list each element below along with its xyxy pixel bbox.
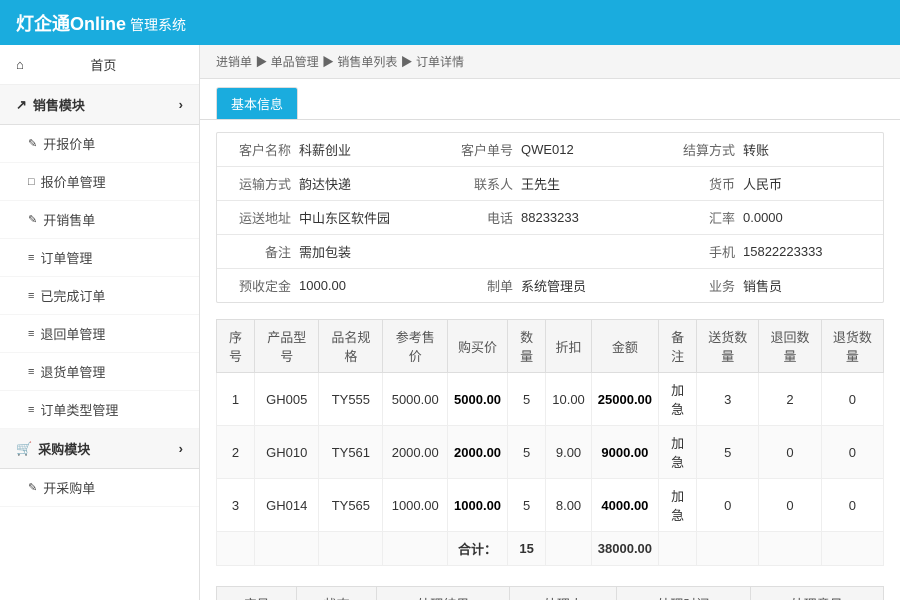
brand-title: 灯企通Online管理系统 [16, 10, 186, 36]
table-row: 3GH014TY5651000.001000.0058.004000.00加急0… [217, 479, 884, 532]
sidebar-label: 开销售单 [43, 210, 95, 229]
col-amount: 金额 [591, 320, 658, 373]
breadcrumb: 进销单 ▶ 单品管理 ▶ 销售单列表 ▶ 订单详情 [200, 45, 900, 79]
table-row: 2GH010TY5612000.002000.0059.009000.00加急5… [217, 426, 884, 479]
sidebar-label: 退回单管理 [40, 324, 105, 343]
status-col-comment: 处理意见 [750, 587, 883, 600]
col-remark: 备注 [659, 320, 697, 373]
col-return1: 退回数量 [759, 320, 821, 373]
sidebar-item-order-type[interactable]: ≡ 订单类型管理 [0, 391, 199, 429]
info-cell-address: 运送地址 中山东区软件园 [217, 201, 439, 234]
lines-icon: ≡ [28, 252, 34, 264]
col-qty: 数量 [508, 320, 546, 373]
home-icon: ⌂ [16, 57, 24, 72]
status-col-result: 处理结果 [377, 587, 510, 600]
info-cell-exchange-rate: 汇率 0.0000 [661, 201, 883, 234]
col-ref-price: 参考售价 [383, 320, 448, 373]
sidebar-item-create-quote[interactable]: ✎ 开报价单 [0, 125, 199, 163]
sidebar-item-create-purchase[interactable]: ✎ 开采购单 [0, 469, 199, 507]
chevron-right-icon: › [179, 97, 183, 112]
col-name: 品名规格 [319, 320, 383, 373]
col-deliver: 送货数量 [697, 320, 759, 373]
info-row-3: 运送地址 中山东区软件园 电话 88233233 汇率 0.0000 [217, 201, 883, 235]
sidebar-item-quote-manage[interactable]: □ 报价单管理 [0, 163, 199, 201]
info-cell-deposit: 预收定金 1000.00 [217, 269, 439, 302]
table-row: 1GH005TY5555000.005000.00510.0025000.00加… [217, 373, 884, 426]
status-col-status: 状态 [297, 587, 377, 600]
chevron-right2-icon: › [179, 441, 183, 456]
info-cell-settle-method: 结算方式 转账 [661, 133, 883, 166]
sidebar-item-create-sale[interactable]: ✎ 开销售单 [0, 201, 199, 239]
info-cell-contact: 联系人 王先生 [439, 167, 661, 200]
info-cell-phone: 电话 88233233 [439, 201, 661, 234]
info-row-4: 备注 需加包装 手机 15822223333 [217, 235, 883, 269]
col-return2: 退货数量 [821, 320, 883, 373]
sidebar-item-refund-manage[interactable]: ≡ 退货单管理 [0, 353, 199, 391]
sidebar: ⌂ 首页 ↗ 销售模块 › ✎ 开报价单 □ 报价单管理 ✎ 开销售单 ≡ 订单… [0, 45, 200, 600]
sidebar-label: 已完成订单 [40, 286, 105, 305]
sidebar-item-return-manage[interactable]: ≡ 退回单管理 [0, 315, 199, 353]
sales-icon: ↗ [16, 97, 27, 113]
list-icon: □ [28, 176, 35, 188]
edit2-icon: ✎ [28, 213, 37, 226]
info-cell-remark: 备注 需加包装 [217, 235, 439, 268]
col-model: 产品型号 [255, 320, 319, 373]
info-cell-customer-name: 客户名称 科薪创业 [217, 133, 439, 166]
tab-bar: 基本信息 [200, 79, 900, 120]
tab-basic-info[interactable]: 基本信息 [216, 87, 298, 119]
lines5-icon: ≡ [28, 404, 34, 416]
info-row-5: 预收定金 1000.00 制单 系统管理员 业务 销售员 [217, 269, 883, 302]
lines3-icon: ≡ [28, 328, 34, 340]
info-cell-customer-no: 客户单号 QWE012 [439, 133, 661, 166]
info-row-2: 运输方式 韵达快递 联系人 王先生 货币 人民币 [217, 167, 883, 201]
sidebar-home-label: 首页 [90, 55, 116, 74]
sidebar-label: 订单类型管理 [40, 400, 118, 419]
sidebar-purchase-label: 采购模块 [38, 439, 90, 458]
status-table-section: 序号 状态 处理结果 处理人 处理时间 处理意见 [200, 586, 900, 600]
sidebar-label: 开采购单 [43, 478, 95, 497]
order-table-section: 序号 产品型号 品名规格 参考售价 购买价 数量 折扣 金额 备注 送货数量 退… [200, 319, 900, 578]
sidebar-item-home[interactable]: ⌂ 首页 [0, 45, 199, 85]
sidebar-label: 开报价单 [43, 134, 95, 153]
sidebar-section-purchase[interactable]: 🛒 采购模块 › [0, 429, 199, 469]
content-area: 进销单 ▶ 单品管理 ▶ 销售单列表 ▶ 订单详情 基本信息 客户名称 科薪创业… [200, 45, 900, 600]
sidebar-sales-label: 销售模块 [33, 95, 85, 114]
basic-info-section: 客户名称 科薪创业 客户单号 QWE012 结算方式 转账 运输方式 [200, 120, 900, 315]
info-cell-currency: 货币 人民币 [661, 167, 883, 200]
status-col-time: 处理时间 [617, 587, 750, 600]
sidebar-item-order-manage[interactable]: ≡ 订单管理 [0, 239, 199, 277]
col-buy-price: 购买价 [448, 320, 508, 373]
order-table: 序号 产品型号 品名规格 参考售价 购买价 数量 折扣 金额 备注 送货数量 退… [216, 319, 884, 566]
lines4-icon: ≡ [28, 366, 34, 378]
info-row-1: 客户名称 科薪创业 客户单号 QWE012 结算方式 转账 [217, 133, 883, 167]
sidebar-label: 报价单管理 [41, 172, 106, 191]
cart-icon: 🛒 [16, 441, 32, 457]
status-col-seq: 序号 [217, 587, 297, 600]
info-cell-sales: 业务 销售员 [661, 269, 883, 302]
edit3-icon: ✎ [28, 481, 37, 494]
edit-icon: ✎ [28, 137, 37, 150]
table-total-row: 合计：1538000.00 [217, 532, 884, 566]
info-cell-transport: 运输方式 韵达快递 [217, 167, 439, 200]
info-cell-empty [439, 235, 661, 268]
info-cell-operator: 制单 系统管理员 [439, 269, 661, 302]
col-discount: 折扣 [546, 320, 592, 373]
sidebar-label: 退货单管理 [40, 362, 105, 381]
sidebar-section-sales[interactable]: ↗ 销售模块 › [0, 85, 199, 125]
info-grid: 客户名称 科薪创业 客户单号 QWE012 结算方式 转账 运输方式 [216, 132, 884, 303]
sidebar-label: 订单管理 [40, 248, 92, 267]
sidebar-item-completed-orders[interactable]: ≡ 已完成订单 [0, 277, 199, 315]
status-table: 序号 状态 处理结果 处理人 处理时间 处理意见 [216, 586, 884, 600]
status-col-handler: 处理人 [510, 587, 617, 600]
lines2-icon: ≡ [28, 290, 34, 302]
header: 灯企通Online管理系统 [0, 0, 900, 45]
col-seq: 序号 [217, 320, 255, 373]
info-cell-mobile: 手机 15822223333 [661, 235, 883, 268]
